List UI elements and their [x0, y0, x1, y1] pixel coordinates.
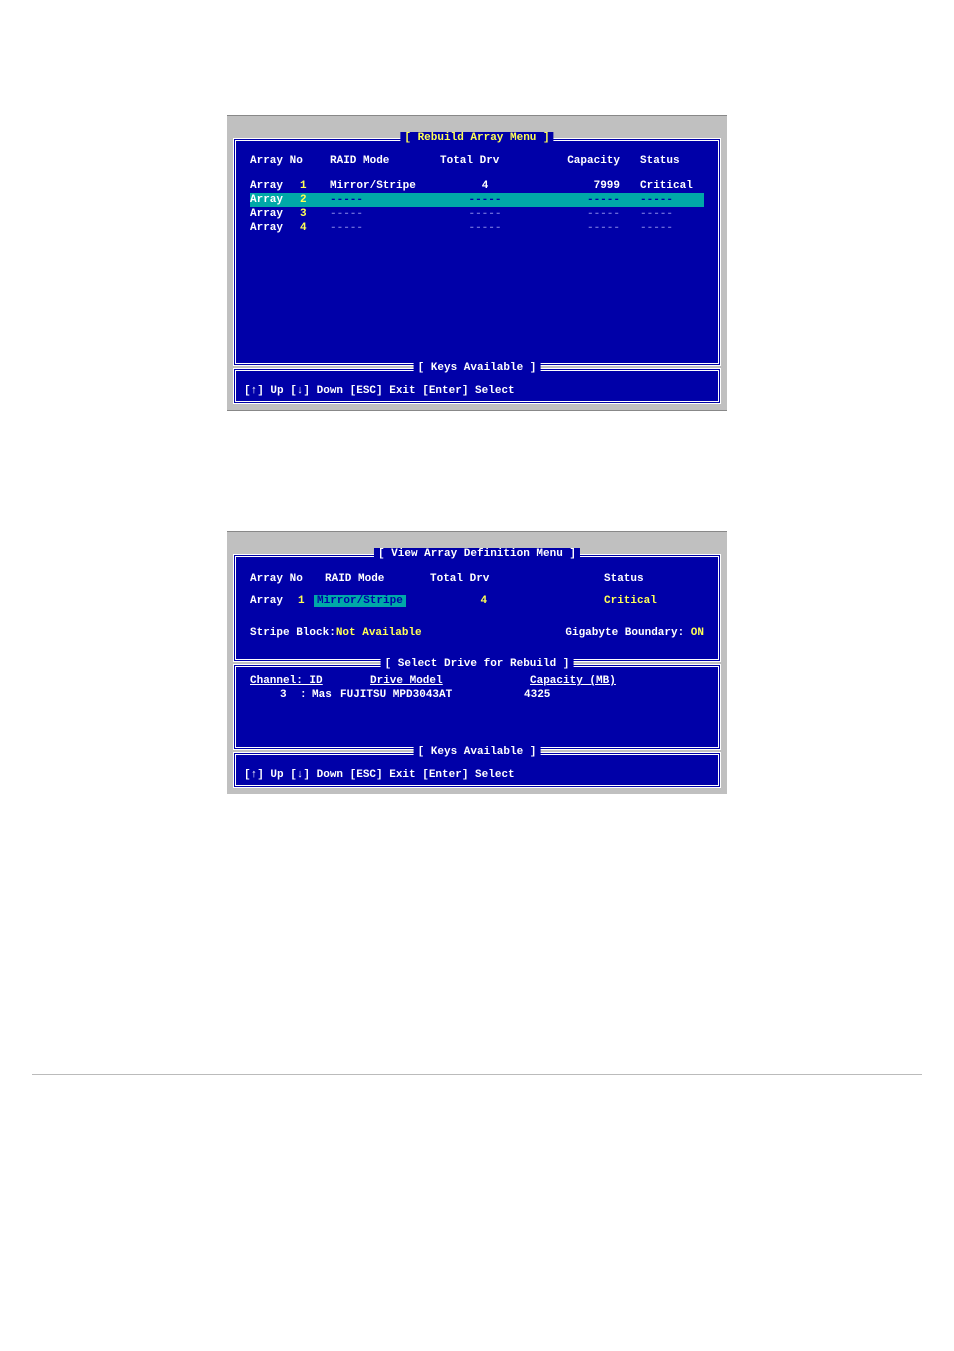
capacity-value: -----: [530, 208, 620, 220]
spacer: [0, 411, 954, 531]
def-array-row[interactable]: Array 1 Mirror/Stripe 4 Critical: [250, 595, 704, 621]
header-total-drv: Total Drv: [440, 155, 530, 167]
capacity-value: -----: [530, 222, 620, 234]
header-status: Status: [620, 155, 700, 167]
raid-mode-value: -----: [330, 208, 440, 220]
array-label: Array: [250, 180, 300, 192]
array-label: Array: [250, 208, 300, 220]
array-row-4[interactable]: Array 4 ----- ----- ----- -----: [250, 221, 704, 235]
header-channel-id: Channel: ID: [250, 675, 370, 687]
capacity-value: 7999: [530, 180, 620, 192]
spacer: [0, 794, 954, 1074]
keys-title: [ Keys Available ]: [414, 746, 541, 758]
empty-space: [236, 705, 718, 747]
capacity-value: -----: [530, 194, 620, 206]
array-num: 1: [300, 180, 330, 192]
header-capacity-mb: Capacity (MB): [530, 675, 650, 687]
array-num: 4: [300, 222, 330, 234]
array-label: Array: [250, 222, 300, 234]
keys-available-panel-2: [ Keys Available ] [↑] Up [↓] Down [ESC]…: [233, 752, 721, 788]
status-value: -----: [620, 194, 700, 206]
total-drv-value: -----: [440, 194, 530, 206]
keys-available-panel: [ Keys Available ] [↑] Up [↓] Down [ESC]…: [233, 368, 721, 404]
status-value: Critical: [620, 180, 700, 192]
panel-title: [ View Array Definition Menu ]: [374, 548, 580, 560]
drive-table-header: Channel: ID Drive Model Capacity (MB): [236, 667, 718, 689]
status-value: -----: [620, 222, 700, 234]
array-label: Array: [250, 194, 300, 206]
header-array-no: Array No: [250, 573, 325, 585]
keys-hint-text: [↑] Up [↓] Down [ESC] Exit [Enter] Selec…: [244, 769, 515, 781]
array-row-1[interactable]: Array 1 Mirror/Stripe 4 7999 Critical: [250, 179, 704, 193]
empty-space: [250, 235, 704, 355]
status-value: Critical: [604, 595, 704, 607]
view-array-definition-panel: [ View Array Definition Menu ] Array No …: [233, 554, 721, 662]
raid-mode-selected[interactable]: Mirror/Stripe: [314, 595, 406, 607]
colon: :: [300, 689, 312, 701]
def-table-header: Array No RAID Mode Total Drv Status: [250, 567, 704, 595]
rebuild-array-menu-panel: [ Rebuild Array Menu ] Array No RAID Mod…: [233, 138, 721, 366]
spacer: [0, 0, 954, 115]
table-header: Array No RAID Mode Total Drv Capacity St…: [250, 149, 704, 179]
keys-title: [ Keys Available ]: [414, 362, 541, 374]
footer-line: [32, 1074, 922, 1075]
array-num: 2: [300, 194, 330, 206]
stripe-block-label: Stripe Block:: [250, 627, 336, 639]
stripe-block-info: Stripe Block: Not Available Gigabyte Bou…: [250, 621, 704, 645]
header-raid-mode: RAID Mode: [330, 155, 440, 167]
gigabyte-boundary-label: Gigabyte Boundary:: [565, 627, 690, 639]
bios-screen-2: [ View Array Definition Menu ] Array No …: [227, 531, 727, 794]
total-drv-value: -----: [440, 222, 530, 234]
header-raid-mode: RAID Mode: [325, 573, 430, 585]
definition-content: Array No RAID Mode Total Drv Status Arra…: [236, 557, 718, 659]
header-array-no: Array No: [250, 155, 330, 167]
keys-text: [↑] Up [↓] Down [ESC] Exit [Enter] Selec…: [236, 371, 718, 401]
total-drv-value: 4: [440, 180, 530, 192]
raid-mode-value: -----: [330, 194, 440, 206]
bios-screen-1: [ Rebuild Array Menu ] Array No RAID Mod…: [227, 115, 727, 411]
drive-panel-title: [ Select Drive for Rebuild ]: [381, 658, 574, 670]
drive-master: Mas: [312, 689, 340, 701]
total-drv-value: 4: [424, 595, 544, 607]
status-value: -----: [620, 208, 700, 220]
total-drv-value: -----: [440, 208, 530, 220]
array-row-3[interactable]: Array 3 ----- ----- ----- -----: [250, 207, 704, 221]
array-row-2-selected[interactable]: Array 2 ----- ----- ----- -----: [250, 193, 704, 207]
header-drive-model: Drive Model: [370, 675, 530, 687]
raid-mode-value: -----: [330, 222, 440, 234]
drive-capacity: 4325: [500, 689, 620, 701]
header-capacity: Capacity: [530, 155, 620, 167]
content-area: Array No RAID Mode Total Drv Capacity St…: [236, 141, 718, 363]
array-num: 1: [298, 595, 310, 607]
select-drive-for-rebuild-panel: [ Select Drive for Rebuild ] Channel: ID…: [233, 664, 721, 750]
array-label: Array: [250, 595, 298, 607]
stripe-block-value: Not Available: [336, 627, 422, 639]
drive-row[interactable]: 3 : Mas FUJITSU MPD3043AT 4325: [236, 689, 718, 705]
array-num: 3: [300, 208, 330, 220]
drive-model: FUJITSU MPD3043AT: [340, 689, 500, 701]
gigabyte-boundary-value: ON: [691, 627, 704, 639]
keys-text: [↑] Up [↓] Down [ESC] Exit [Enter] Selec…: [236, 755, 718, 785]
raid-mode-value: Mirror/Stripe: [330, 180, 440, 192]
header-total-drv: Total Drv: [430, 573, 550, 585]
keys-hint-text: [↑] Up [↓] Down [ESC] Exit [Enter] Selec…: [244, 385, 515, 397]
header-status: Status: [604, 573, 704, 585]
drive-channel: 3: [250, 689, 300, 701]
panel-title: [ Rebuild Array Menu ]: [400, 132, 553, 144]
